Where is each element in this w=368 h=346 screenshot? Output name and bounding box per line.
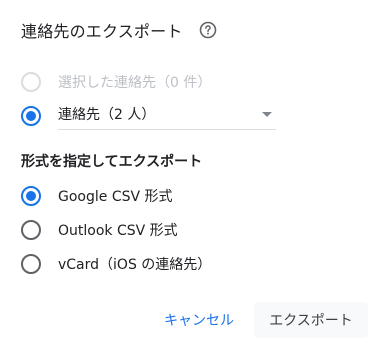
radio-selected-contacts [21,72,41,92]
radio-contacts[interactable] [21,106,41,126]
chevron-down-icon [262,112,272,117]
format-option-vcard[interactable]: vCard（iOS の連絡先） [21,254,211,274]
cancel-button[interactable]: キャンセル [156,302,242,338]
contacts-group-select[interactable]: 連絡先（2 人） [58,100,276,130]
dialog-title: 連絡先のエクスポート [21,22,183,41]
format-option-label: vCard（iOS の連絡先） [58,257,212,273]
format-option-google-csv[interactable]: Google CSV 形式 [21,186,173,206]
radio-vcard[interactable] [21,254,41,274]
format-option-outlook-csv[interactable]: Outlook CSV 形式 [21,220,178,240]
radio-google-csv[interactable] [21,186,41,206]
format-option-label: Outlook CSV 形式 [58,223,178,239]
export-button[interactable]: エクスポート [254,302,368,338]
help-icon[interactable] [199,21,217,39]
format-option-label: Google CSV 形式 [58,189,173,205]
contacts-group-select-value: 連絡先（2 人） [58,107,156,123]
scope-option-label: 選択した連絡先（0 件） [58,75,212,91]
export-contacts-dialog: 連絡先のエクスポート 選択した連絡先（0 件） 連絡先（2 人） 形式を指定して… [0,0,368,346]
scope-option-contacts[interactable] [21,106,41,126]
radio-outlook-csv[interactable] [21,220,41,240]
format-section-title: 形式を指定してエクスポート [21,154,203,170]
dialog-header: 連絡先のエクスポート [21,18,217,42]
scope-option-selected-contacts: 選択した連絡先（0 件） [21,72,211,92]
